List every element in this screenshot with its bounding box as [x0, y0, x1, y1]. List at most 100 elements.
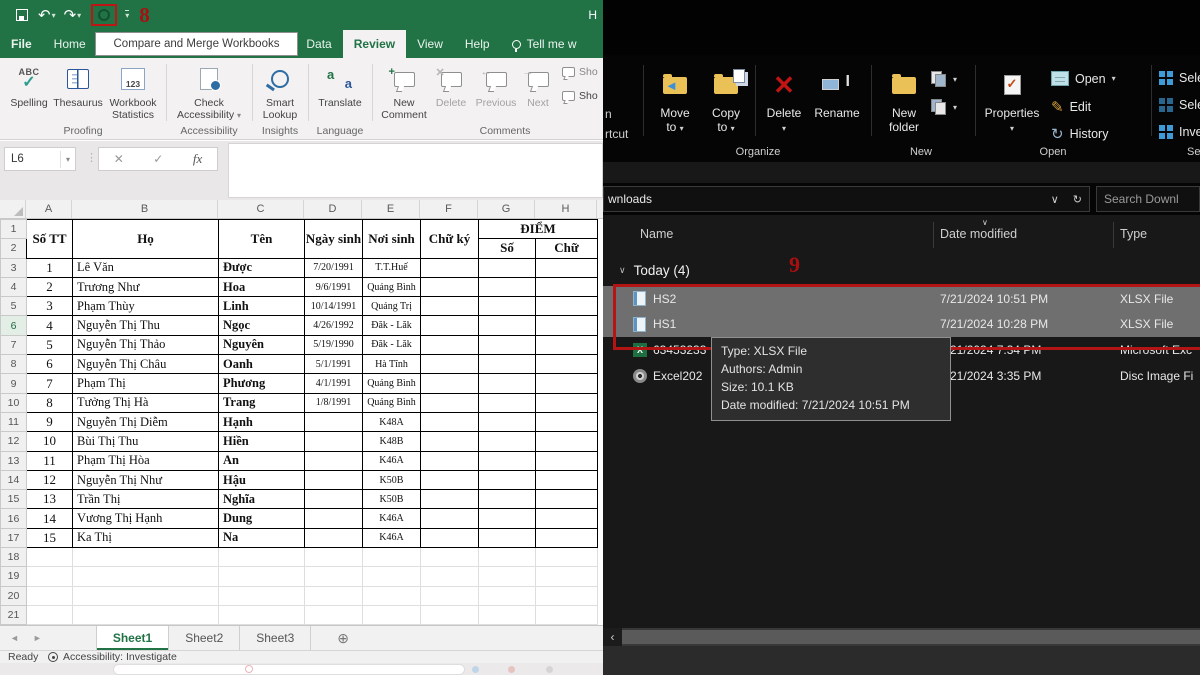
cell[interactable] [421, 258, 479, 277]
cell[interactable] [421, 412, 479, 431]
cell[interactable]: 12 [1, 432, 27, 451]
cell[interactable]: 1 [1, 220, 27, 239]
cell[interactable] [479, 277, 536, 296]
address-box[interactable]: wnloads ∨ ↻ [603, 186, 1090, 212]
cell[interactable] [536, 412, 598, 431]
cell[interactable]: Quảng Bình [363, 393, 421, 412]
cell[interactable]: Lê Văn [73, 258, 219, 277]
cell[interactable] [363, 586, 421, 605]
cell[interactable]: 7 [27, 374, 73, 393]
sheet-tab-sheet2[interactable]: Sheet2 [169, 626, 240, 650]
cell[interactable]: Trương Như [73, 277, 219, 296]
cell[interactable]: 13 [27, 490, 73, 509]
cell[interactable] [305, 528, 363, 547]
cell[interactable] [479, 316, 536, 335]
cell[interactable] [479, 509, 536, 528]
cell[interactable]: 16 [1, 509, 27, 528]
cell[interactable]: 4 [1, 277, 27, 296]
cell[interactable]: 21 [1, 605, 27, 624]
cell[interactable] [479, 393, 536, 412]
status-accessibility[interactable]: Accessibility: Investigate [63, 651, 177, 663]
cell[interactable]: Hậu [219, 470, 305, 489]
cell[interactable]: Quảng Trị [363, 297, 421, 316]
cell[interactable]: 15 [27, 528, 73, 547]
cell[interactable]: Hạnh [219, 412, 305, 431]
cell[interactable] [421, 374, 479, 393]
cell[interactable]: Phạm Thị Hòa [73, 451, 219, 470]
cell[interactable] [536, 567, 598, 586]
column-header-G[interactable]: G [478, 200, 535, 218]
properties-button[interactable]: Properties▾ [983, 67, 1041, 136]
cell[interactable]: 10/14/1991 [305, 297, 363, 316]
cell[interactable]: Trang [219, 393, 305, 412]
cell[interactable]: 5 [1, 297, 27, 316]
tab-view[interactable]: View [406, 30, 454, 58]
cell[interactable] [73, 548, 219, 567]
cell[interactable] [421, 490, 479, 509]
cell[interactable] [536, 277, 598, 296]
cell[interactable]: T.T.Huế [363, 258, 421, 277]
cell[interactable]: Bùi Thị Thu [73, 432, 219, 451]
cell[interactable] [363, 605, 421, 624]
cell[interactable]: Na [219, 528, 305, 547]
new-sheet-button[interactable]: ⊕ [337, 626, 349, 650]
sheet-nav-right-icon[interactable]: ► [33, 633, 42, 643]
column-header-E[interactable]: E [362, 200, 420, 218]
cell[interactable]: 13 [1, 451, 27, 470]
tab-tell-me-w[interactable]: Tell me w [501, 30, 588, 58]
new-item-button[interactable]: ▾ [931, 71, 957, 87]
cell[interactable] [536, 451, 598, 470]
select-all-corner[interactable] [0, 200, 26, 218]
cell[interactable]: Dung [219, 509, 305, 528]
cell[interactable] [73, 605, 219, 624]
cell[interactable]: Ka Thị [73, 528, 219, 547]
cell[interactable] [421, 548, 479, 567]
cell[interactable]: 6 [27, 355, 73, 374]
cell[interactable]: K50B [363, 490, 421, 509]
save-icon[interactable] [16, 9, 28, 21]
scrollbar-thumb[interactable] [622, 630, 1200, 644]
cell[interactable]: 9 [27, 412, 73, 431]
file-row-hs2[interactable]: HS27/21/2024 10:51 PMXLSX File [603, 286, 1200, 312]
cell[interactable] [536, 297, 598, 316]
cell[interactable] [219, 548, 305, 567]
cell[interactable] [479, 605, 536, 624]
translate-button[interactable]: aa Translate [314, 63, 366, 109]
cell[interactable]: 1/8/1991 [305, 393, 363, 412]
cell[interactable]: An [219, 451, 305, 470]
sheet-nav-left-icon[interactable]: ◄ [10, 633, 19, 643]
cell[interactable]: K46A [363, 528, 421, 547]
cell[interactable] [536, 470, 598, 489]
cell[interactable]: Ngày sinh [305, 220, 363, 259]
formula-input[interactable] [228, 143, 603, 198]
undo-dropdown-icon[interactable]: ▾ [52, 11, 56, 20]
cell[interactable]: Đăk - Lăk [363, 335, 421, 354]
cell[interactable]: 8 [27, 393, 73, 412]
cell[interactable]: 6 [1, 316, 27, 335]
cell[interactable] [421, 605, 479, 624]
cell[interactable] [479, 335, 536, 354]
easy-access-button[interactable]: ▾ [931, 99, 957, 115]
cell[interactable] [421, 277, 479, 296]
cell[interactable]: 5 [27, 335, 73, 354]
cell[interactable] [479, 567, 536, 586]
cell[interactable]: K46A [363, 451, 421, 470]
cell[interactable]: ĐIỂM [479, 220, 598, 239]
search-box[interactable]: Search Downl [1096, 186, 1200, 212]
cell[interactable] [73, 586, 219, 605]
address-dropdown-icon[interactable]: ∨ [1044, 193, 1066, 206]
cell[interactable] [73, 567, 219, 586]
previous-comment-button[interactable]: ← Previous [472, 63, 520, 109]
cell[interactable] [363, 548, 421, 567]
cell[interactable] [421, 393, 479, 412]
collapse-chevron-icon[interactable]: ∨ [619, 265, 626, 276]
cell[interactable] [219, 605, 305, 624]
cell[interactable]: Nguyễn Thị Như [73, 470, 219, 489]
column-headers[interactable]: ABCDEFGH [0, 200, 603, 219]
cell[interactable]: Phạm Thị [73, 374, 219, 393]
cell[interactable] [479, 374, 536, 393]
cell[interactable] [479, 548, 536, 567]
insert-function-icon[interactable]: fx [193, 151, 202, 167]
cell[interactable] [536, 258, 598, 277]
cell[interactable] [305, 490, 363, 509]
